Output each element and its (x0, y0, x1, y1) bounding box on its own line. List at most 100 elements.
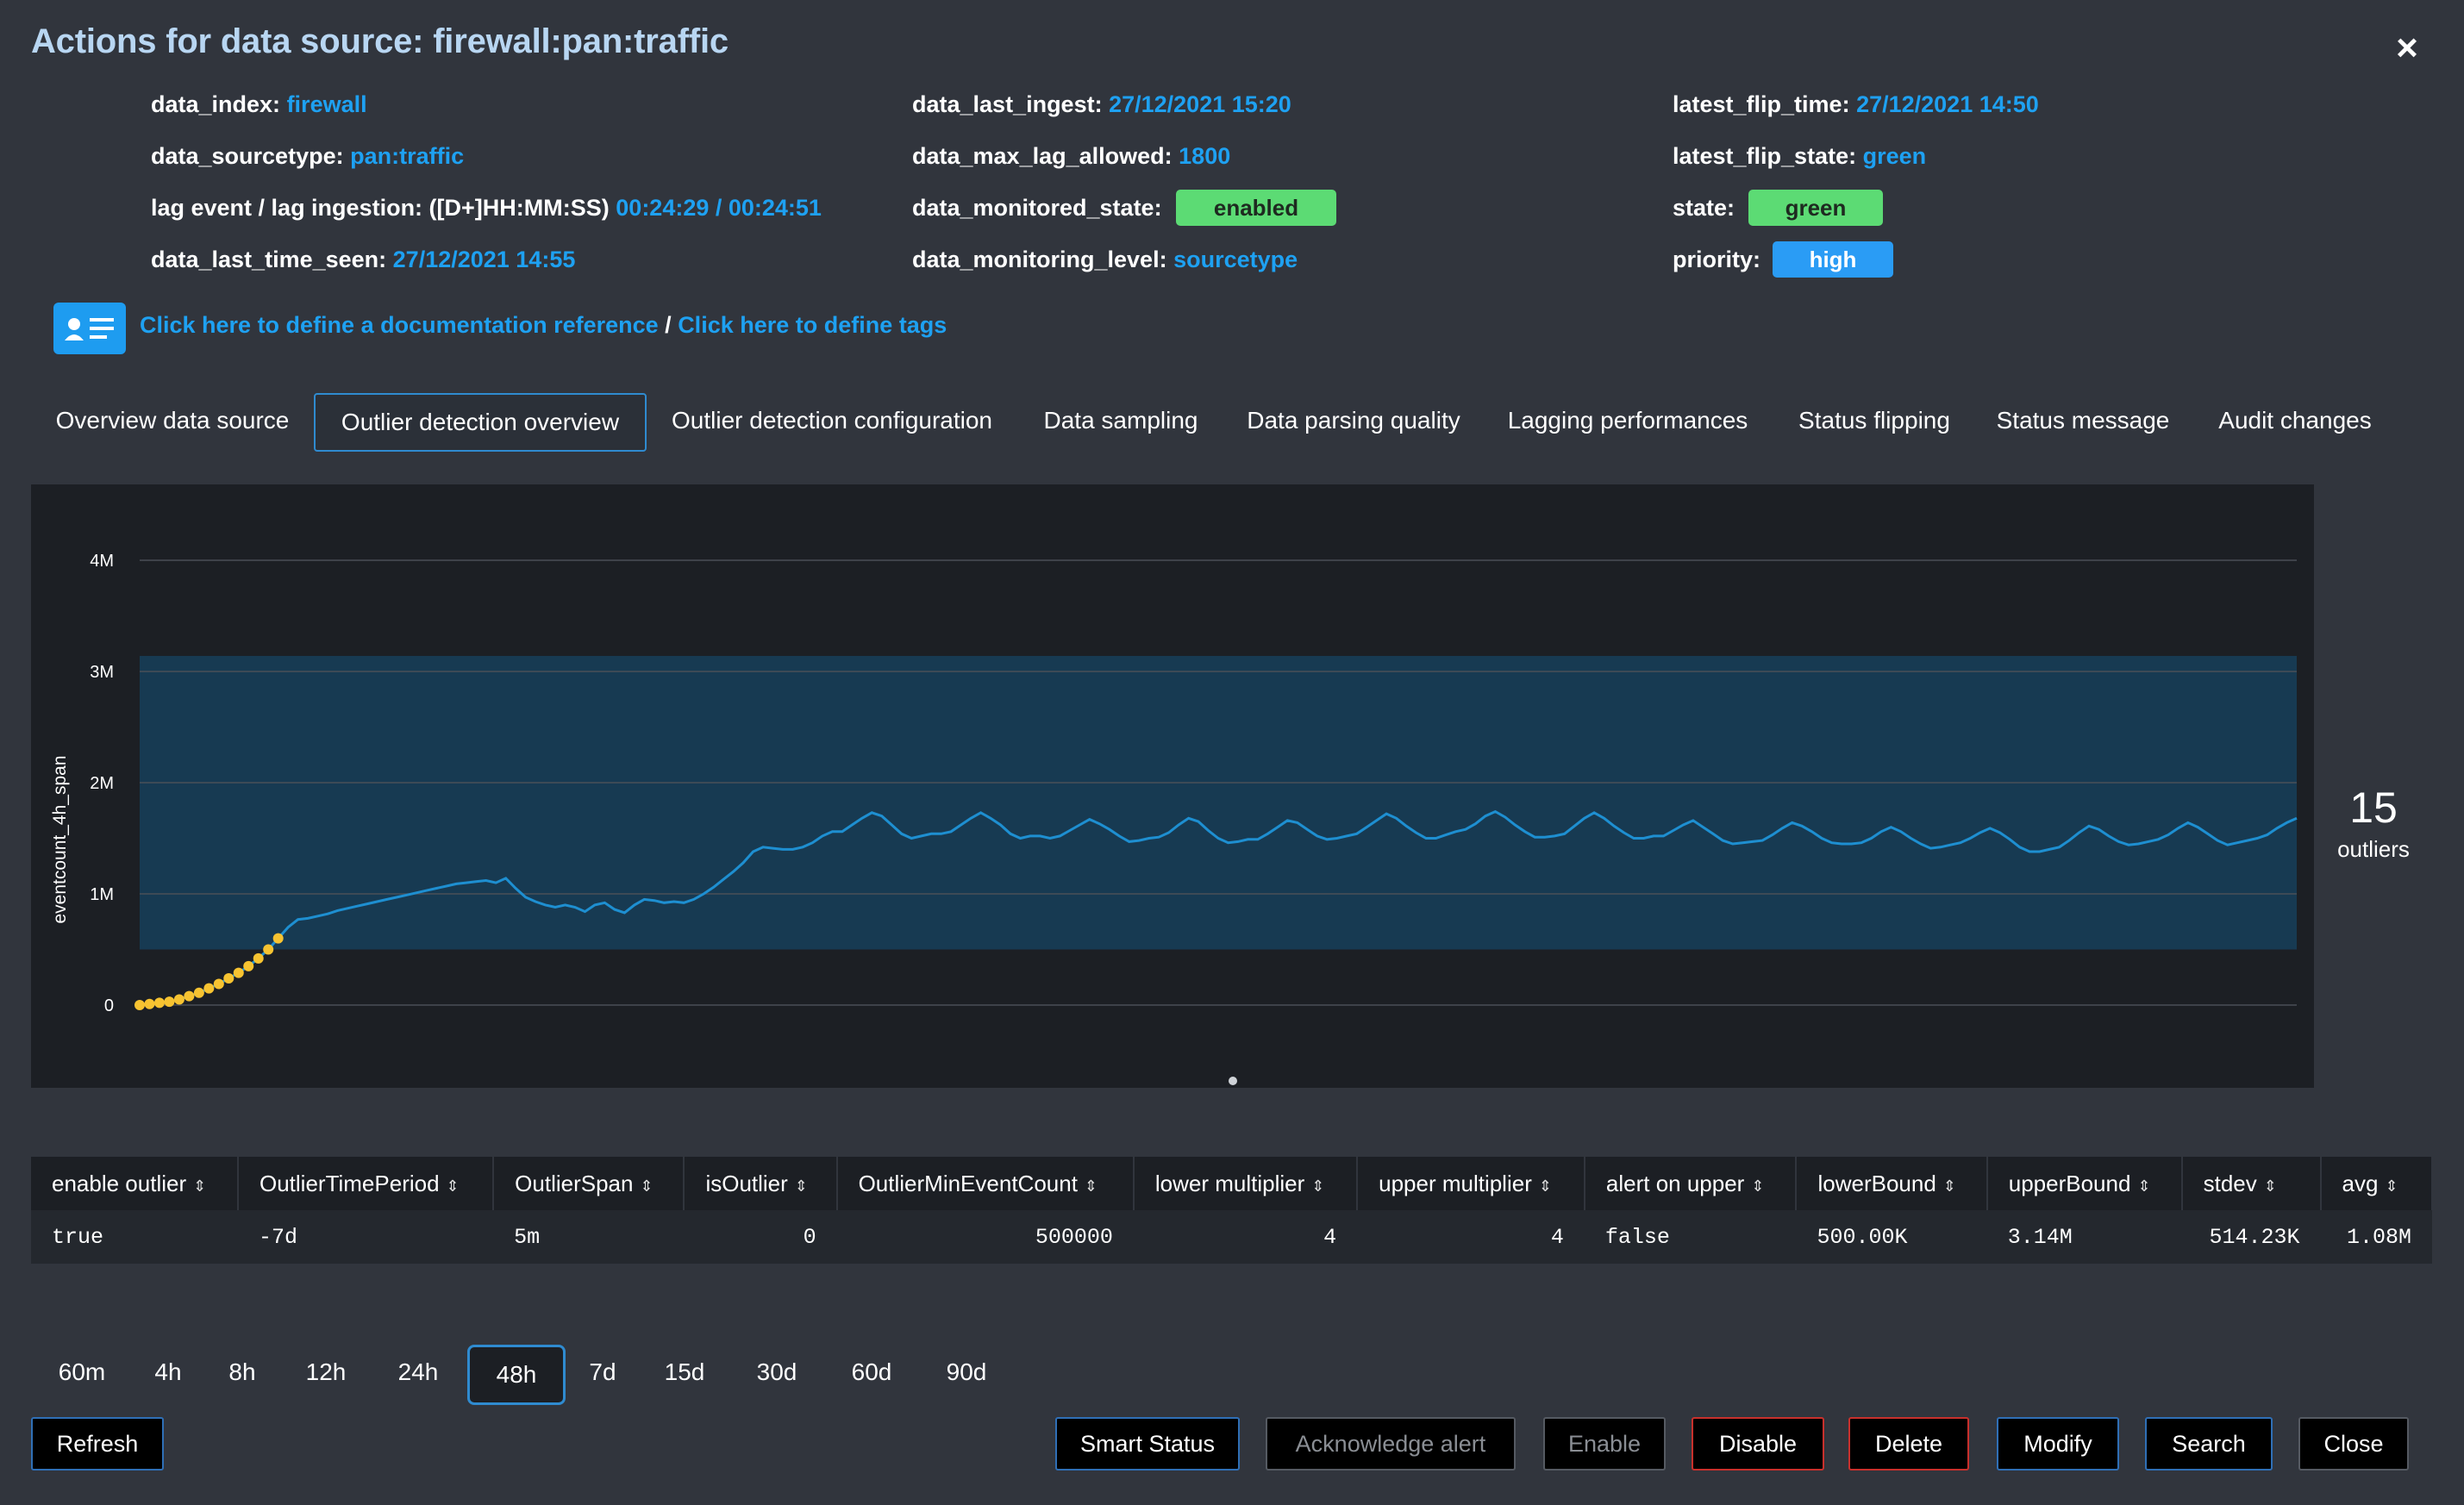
range-60m[interactable]: 60m (31, 1345, 133, 1400)
tab-lagging-performances[interactable]: Lagging performances (1498, 393, 1757, 448)
tab-overview-data-source[interactable]: Overview data source (43, 393, 302, 448)
smart-status-button[interactable]: Smart Status (1055, 1417, 1240, 1471)
sort-icon: ⇕ (2385, 1177, 2398, 1195)
range-12h[interactable]: 12h (281, 1345, 371, 1400)
column-header[interactable]: lower multiplier ⇕ (1133, 1157, 1359, 1210)
tab-data-parsing-quality[interactable]: Data parsing quality (1233, 393, 1474, 448)
delete-button[interactable]: Delete (1848, 1417, 1969, 1471)
outlier-point (144, 998, 155, 1009)
info-key: data_sourcetype: (151, 143, 344, 169)
define-tags-link[interactable]: Click here to define tags (678, 312, 947, 338)
search-button[interactable]: Search (2145, 1417, 2273, 1471)
acknowledge-alert-button[interactable]: Acknowledge alert (1266, 1417, 1516, 1471)
close-icon[interactable]: × (2390, 29, 2424, 67)
range-60d[interactable]: 60d (824, 1345, 919, 1400)
outlier-point (243, 960, 254, 971)
range-4h[interactable]: 4h (133, 1345, 203, 1400)
modal-title: Actions for data source: firewall:pan:tr… (31, 22, 729, 60)
sort-icon: ⇕ (794, 1177, 808, 1195)
column-label: lower multiplier (1154, 1170, 1305, 1196)
info-priority: priority: (1673, 247, 1760, 273)
info-key: data_last_time_seen: (151, 247, 387, 272)
tab-audit-changes[interactable]: Audit changes (2198, 393, 2392, 448)
y-axis-label: eventcount_4h_span (50, 756, 70, 924)
sort-icon: ⇕ (1942, 1177, 1956, 1195)
info-value: sourcetype (1173, 247, 1298, 272)
table-cell: 4 (1133, 1210, 1358, 1264)
table-cell: 500.00K (1796, 1210, 1987, 1264)
column-header[interactable]: alert on upper ⇕ (1584, 1157, 1798, 1210)
range-30d[interactable]: 30d (729, 1345, 824, 1400)
column-header[interactable]: isOutlier ⇕ (684, 1157, 838, 1210)
doc-links: Click here to define a documentation ref… (140, 312, 947, 339)
outlier-point (233, 967, 244, 978)
info-data-monitoring-level: data_monitoring_level: sourcetype (912, 247, 1298, 273)
modify-button[interactable]: Modify (1997, 1417, 2119, 1471)
info-key: data_monitored_state: (912, 195, 1162, 221)
column-label: avg (2342, 1170, 2379, 1196)
info-key: lag event / lag ingestion: ([D+]HH:MM:SS… (151, 195, 610, 221)
table-cell: 500000 (836, 1210, 1134, 1264)
outlier-point (153, 997, 165, 1009)
tab-status-message[interactable]: Status message (1988, 393, 2178, 448)
column-header[interactable]: OutlierTimePeriod ⇕ (238, 1157, 495, 1210)
info-value: 00:24:29 / 00:24:51 (616, 195, 822, 221)
refresh-button[interactable]: Refresh (31, 1417, 164, 1471)
outlier-point (164, 996, 175, 1008)
sort-icon: ⇕ (1751, 1177, 1765, 1195)
info-value: firewall (286, 91, 367, 117)
range-90d[interactable]: 90d (919, 1345, 1014, 1400)
info-key: data_max_lag_allowed: (912, 143, 1173, 169)
column-label: enable outlier (52, 1170, 187, 1196)
contact-card-icon[interactable] (53, 303, 126, 354)
column-header[interactable]: enable outlier ⇕ (31, 1157, 239, 1210)
range-15d[interactable]: 15d (640, 1345, 729, 1400)
tab-status-flipping[interactable]: Status flipping (1779, 393, 1969, 448)
column-label: lowerBound (1817, 1170, 1936, 1196)
outliers-count: 15 (2349, 784, 2398, 832)
table-cell: 514.23K (2181, 1210, 2321, 1264)
column-header[interactable]: avg ⇕ (2320, 1157, 2434, 1210)
close-button[interactable]: Close (2298, 1417, 2409, 1471)
info-value: 27/12/2021 14:50 (1856, 91, 2039, 117)
column-header[interactable]: OutlierSpan ⇕ (493, 1157, 685, 1210)
info-data-monitored-state: data_monitored_state: (912, 195, 1162, 222)
outlier-point (193, 987, 204, 998)
outlier-point (253, 952, 264, 964)
column-header[interactable]: OutlierMinEventCount ⇕ (836, 1157, 1135, 1210)
tab-outlier-detection-configuration[interactable]: Outlier detection configuration (657, 393, 1007, 448)
y-tick-label: 1M (90, 885, 114, 904)
outlier-point (173, 994, 184, 1005)
column-header[interactable]: upper multiplier ⇕ (1357, 1157, 1585, 1210)
outlier-point (134, 1000, 145, 1010)
table-cell: false (1584, 1210, 1797, 1264)
y-tick-label: 4M (90, 552, 114, 571)
range-48h[interactable]: 48h (467, 1345, 566, 1405)
info-key: latest_flip_time: (1673, 91, 1850, 117)
table-row: true -7d 5m 0 500000 4 4 false 500.00K 3… (31, 1210, 2432, 1264)
tab-outlier-detection-overview[interactable]: Outlier detection overview (314, 393, 647, 452)
range-7d[interactable]: 7d (566, 1345, 640, 1400)
outlier-point (213, 978, 224, 990)
y-tick-label: 2M (90, 774, 114, 793)
define-doc-link[interactable]: Click here to define a documentation ref… (140, 312, 659, 338)
info-data-max-lag: data_max_lag_allowed: 1800 (912, 143, 1230, 170)
column-header[interactable]: lowerBound ⇕ (1796, 1157, 1988, 1210)
info-value: pan:traffic (350, 143, 465, 169)
column-label: upper multiplier (1379, 1170, 1532, 1196)
sort-icon: ⇕ (640, 1177, 654, 1195)
column-header[interactable]: stdev ⇕ (2181, 1157, 2322, 1210)
range-8h[interactable]: 8h (203, 1345, 281, 1400)
tab-data-sampling[interactable]: Data sampling (1031, 393, 1210, 448)
disable-button[interactable]: Disable (1692, 1417, 1824, 1471)
column-label: OutlierTimePeriod (260, 1170, 440, 1196)
sort-icon: ⇕ (2263, 1177, 2277, 1195)
info-key: data_monitoring_level: (912, 247, 1167, 272)
column-header[interactable]: upperBound ⇕ (1986, 1157, 2183, 1210)
sort-icon: ⇕ (1084, 1177, 1098, 1195)
sort-icon: ⇕ (2137, 1177, 2151, 1195)
info-value: 27/12/2021 15:20 (1109, 91, 1291, 117)
range-24h[interactable]: 24h (371, 1345, 466, 1400)
outlier-chart: 0 1M 2M 3M 4M eventcount_4h_span (50, 552, 2298, 1085)
enable-button[interactable]: Enable (1543, 1417, 1666, 1471)
